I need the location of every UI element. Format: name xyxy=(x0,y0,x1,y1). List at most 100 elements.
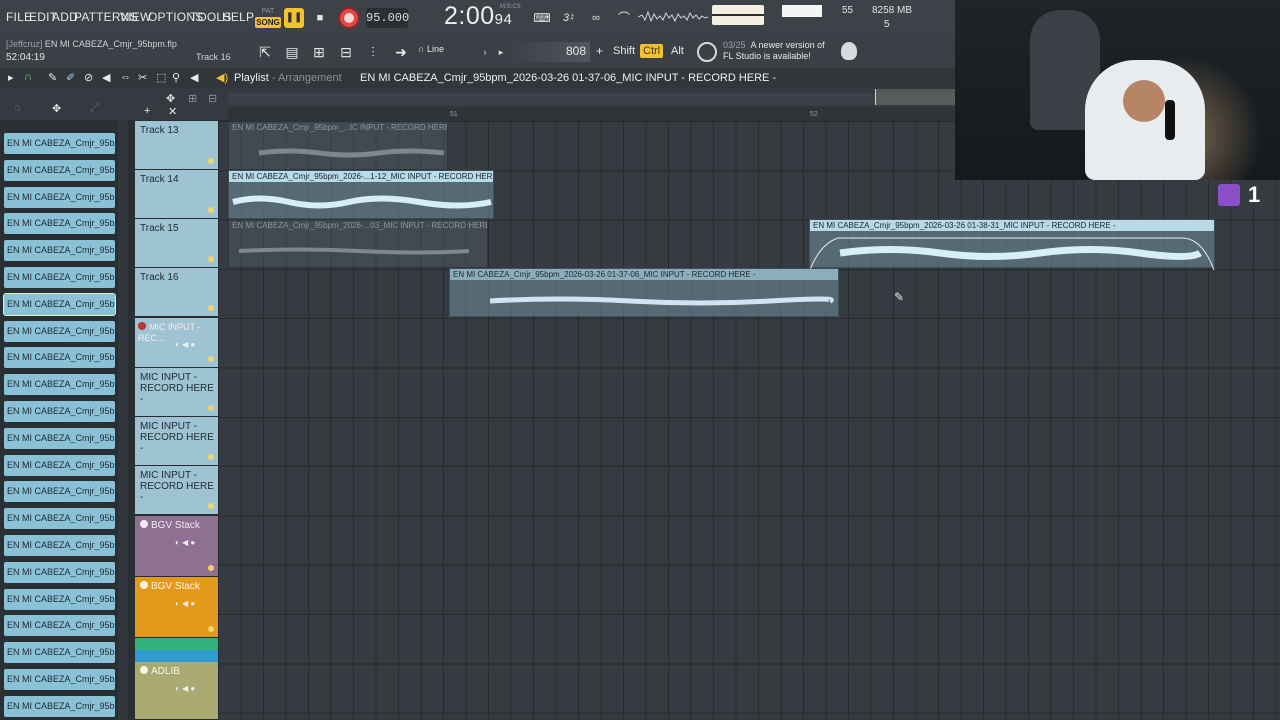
song-overview[interactable] xyxy=(228,93,955,105)
channel-button[interactable]: EN MI CABEZA_Cmjr_95bp... xyxy=(4,427,115,449)
channel-button[interactable]: EN MI CABEZA_Cmjr_95bp... xyxy=(4,347,115,369)
channel-button[interactable]: EN MI CABEZA_Cmjr_95bp... xyxy=(4,454,115,476)
pencil-icon[interactable]: ✎ xyxy=(48,71,57,84)
select-icon[interactable]: ⬚ xyxy=(156,71,166,84)
menu-help[interactable]: HELP xyxy=(222,10,254,24)
channel-button[interactable]: EN MI CABEZA_Cmjr_95bp... xyxy=(4,320,115,342)
mixer-icon[interactable]: ⫶ xyxy=(364,43,382,61)
channel-button[interactable]: EN MI CABEZA_Cmjr_95bp... xyxy=(4,267,115,288)
mute-icon[interactable]: ◀ xyxy=(102,71,110,84)
snap-icon[interactable]: ⇱ xyxy=(256,43,274,61)
track-header[interactable]: Track 13 xyxy=(135,121,218,170)
channel-filter-icon[interactable]: ⌂ xyxy=(14,102,21,114)
track-controls-icon[interactable]: ◐ ◀ ● xyxy=(175,538,195,547)
track-header[interactable]: MIC INPUT - RECORD HERE - xyxy=(135,417,218,466)
tempo-display[interactable]: 95.000 xyxy=(366,8,409,28)
magnet-icon[interactable]: ∩ xyxy=(24,71,32,83)
update-notice[interactable]: 03/25 A newer version of FL Studio is av… xyxy=(723,40,825,62)
blend-notes-icon[interactable]: ∞ xyxy=(586,8,606,28)
snap-selector[interactable]: Line xyxy=(418,44,444,54)
play-arrow-icon[interactable]: ▸ xyxy=(8,71,14,84)
move-icon[interactable]: ✥ xyxy=(52,102,61,115)
channel-rack-icon[interactable]: ⊟ xyxy=(337,43,355,61)
pause-icon[interactable]: ❚❚ xyxy=(284,8,304,28)
paint-icon[interactable]: ✐ xyxy=(66,71,75,84)
slip-icon[interactable]: ⇔ xyxy=(120,71,131,83)
audio-clip[interactable]: EN MI CABEZA_Cmjr_95bpm_...IC INPUT - RE… xyxy=(228,121,448,170)
channel-button[interactable]: EN MI CABEZA_Cmjr_95bp... xyxy=(4,695,115,717)
channel-button[interactable]: EN MI CABEZA_Cmjr_95bp... xyxy=(4,240,115,262)
playlist-icon[interactable]: ▤ xyxy=(283,43,301,61)
step-edit-icon[interactable]: 3♮ xyxy=(558,8,578,28)
audio-clip[interactable]: EN MI CABEZA_Cmjr_95bpm_2026-03-26 01-38… xyxy=(809,219,1215,270)
channel-button[interactable]: EN MI CABEZA_Cmjr_95bp... xyxy=(4,213,115,235)
slice-icon[interactable]: ✂ xyxy=(138,71,147,84)
arrow-right-icon[interactable]: ➜ xyxy=(392,43,410,61)
channel-button[interactable]: EN MI CABEZA_Cmjr_95bp... xyxy=(3,292,116,316)
audio-clip[interactable]: EN MI CABEZA_Cmjr_95bpm_2026-...1-12_MIC… xyxy=(228,170,494,219)
playback-icon[interactable]: ◀ xyxy=(190,71,198,84)
track-controls-icon[interactable]: ◐ ◀ ● xyxy=(175,599,195,608)
track-header[interactable]: Track 14 xyxy=(135,170,218,219)
menu-view[interactable]: VIEW xyxy=(120,10,151,24)
track-header[interactable]: MIC INPUT - RECORD HERE - xyxy=(135,368,218,417)
stop-icon[interactable]: ■ xyxy=(310,8,330,28)
zoom-icon[interactable]: ⚲ xyxy=(172,71,180,84)
cpu-value: 55 xyxy=(842,5,854,16)
alt-modifier[interactable]: Alt xyxy=(668,44,687,58)
track-name: MIC INPUT - RECORD HERE - xyxy=(140,421,214,454)
link-icon[interactable]: ⤢ xyxy=(90,102,99,115)
channel-button[interactable]: EN MI CABEZA_Cmjr_95bp... xyxy=(4,561,115,583)
channel-button[interactable]: EN MI CABEZA_Cmjr_95bp... xyxy=(4,374,115,396)
channel-button[interactable]: EN MI CABEZA_Cmjr_95bp... xyxy=(4,535,115,556)
channel-button[interactable]: EN MI CABEZA_Cmjr_95bp... xyxy=(4,588,115,610)
ctrl-modifier[interactable]: Ctrl xyxy=(640,44,664,58)
shift-modifier[interactable]: Shift xyxy=(610,44,638,58)
pan-icon[interactable]: ✥ xyxy=(166,92,175,105)
channel-button[interactable]: EN MI CABEZA_Cmjr_95bp... xyxy=(4,508,115,530)
track-controls-icon[interactable]: ◐ ◀ ● xyxy=(175,684,195,693)
track-header[interactable]: ADLIB ◐ ◀ ● xyxy=(135,662,218,720)
overview-window[interactable] xyxy=(875,89,955,105)
twitch-logo-icon xyxy=(1218,184,1240,206)
channel-button[interactable]: EN MI CABEZA_Cmjr_95bp... xyxy=(4,133,115,154)
song-label: SONG xyxy=(255,17,281,28)
channel-button[interactable]: EN MI CABEZA_Cmjr_95bp... xyxy=(4,669,115,690)
time-frac: 94 xyxy=(494,11,513,28)
channel-button[interactable]: EN MI CABEZA_Cmjr_95bp... xyxy=(4,159,115,181)
track-indicator xyxy=(208,503,214,509)
add-pattern-button[interactable]: + xyxy=(596,44,603,58)
channel-button[interactable]: EN MI CABEZA_Cmjr_95bp... xyxy=(4,401,115,422)
track-header[interactable]: Track 15 xyxy=(135,219,218,268)
audio-clip[interactable]: EN MI CABEZA_Cmjr_95bpm_2026-03-26 01-37… xyxy=(449,268,839,317)
channel-button[interactable]: EN MI CABEZA_Cmjr_95bp... xyxy=(4,481,115,503)
typing-keyboard-icon[interactable]: ⌨ xyxy=(532,8,552,28)
metronome-icon[interactable]: ⌒ xyxy=(614,8,634,28)
channel-button[interactable]: EN MI CABEZA_Cmjr_95bp... xyxy=(4,615,115,637)
track-indicator xyxy=(208,256,214,262)
track-controls-icon[interactable]: ◐ ◀ ● xyxy=(175,340,195,349)
clip-waveform xyxy=(238,247,470,255)
track-color-strip xyxy=(135,650,218,662)
track-header[interactable]: MIC INPUT - RECORD HERE - xyxy=(135,466,218,515)
track-header[interactable]: BGV Stack ◐ ◀ ● xyxy=(135,577,218,638)
pat-song-toggle[interactable]: PAT SONG xyxy=(255,6,281,30)
track-header[interactable]: BGV Stack ◐ ◀ ● xyxy=(135,516,218,577)
channel-button[interactable]: EN MI CABEZA_Cmjr_95bp... xyxy=(4,186,115,208)
grid-icon[interactable]: ⊞ xyxy=(188,92,197,105)
channel-list-scrollbar[interactable] xyxy=(118,120,128,720)
close-icon[interactable]: ✕ xyxy=(168,105,177,118)
arrangement-label[interactable]: Arrangement xyxy=(278,72,342,84)
record-button[interactable] xyxy=(338,7,360,29)
tool-icon[interactable]: ⊟ xyxy=(208,92,217,105)
channel-button[interactable]: EN MI CABEZA_Cmjr_95bp... xyxy=(4,642,115,664)
update-notice-icon[interactable] xyxy=(697,42,717,62)
add-track-icon[interactable]: + xyxy=(144,105,150,117)
fl-studio-logo-icon[interactable] xyxy=(841,42,857,60)
delete-icon[interactable]: ⊘ xyxy=(84,71,93,84)
piano-roll-icon[interactable]: ⊞ xyxy=(310,43,328,61)
track-header[interactable]: Track 16 xyxy=(135,268,218,317)
clip-waveform xyxy=(258,148,445,158)
audio-clip[interactable]: EN MI CABEZA_Cmjr_95bpm_2026-...03_MIC I… xyxy=(228,219,488,268)
track-header[interactable]: MIC INPUT - REC... ◐ ◀ ● xyxy=(135,318,218,368)
